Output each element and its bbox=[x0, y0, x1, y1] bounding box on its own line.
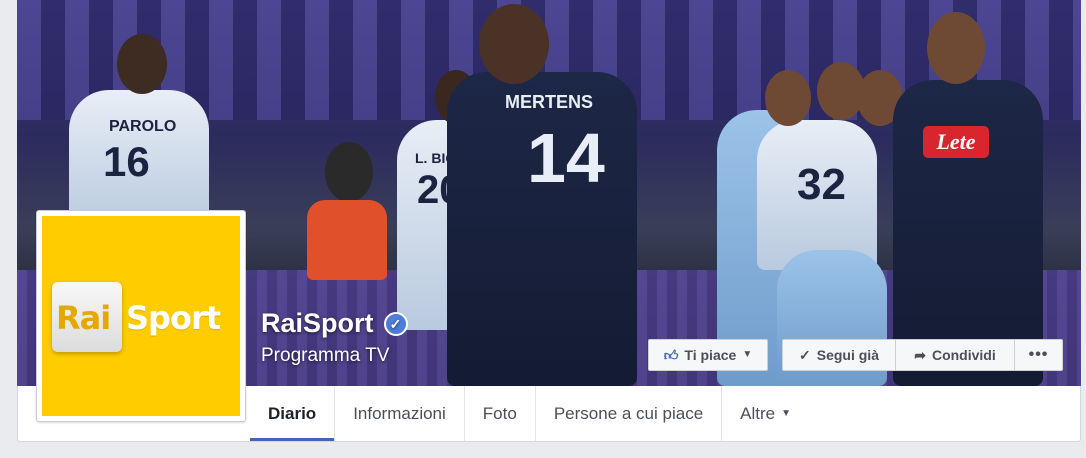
raisport-logo: Rai Sport bbox=[42, 216, 240, 416]
page-tabs: Diario Informazioni Foto Persone a cui p… bbox=[250, 386, 809, 441]
jersey-number-16: 16 bbox=[103, 138, 150, 185]
tab-informazioni[interactable]: Informazioni bbox=[335, 386, 465, 441]
like-label: Ti piace bbox=[684, 347, 737, 363]
tab-label: Altre bbox=[740, 403, 776, 423]
logo-word-sport: Sport bbox=[126, 299, 221, 337]
tab-foto[interactable]: Foto bbox=[465, 386, 536, 441]
page-name-text: RaiSport bbox=[261, 308, 374, 338]
tab-label: Informazioni bbox=[353, 403, 446, 423]
facebook-page-header: PAROLO 16 L. BIG 20 MERTENS 14 32 Lete R… bbox=[0, 0, 1086, 458]
share-arrow-icon: ➦ bbox=[914, 347, 926, 363]
check-icon: ✓ bbox=[799, 347, 811, 363]
follow-button[interactable]: ✓ Segui già bbox=[782, 339, 895, 371]
player-head bbox=[765, 70, 811, 126]
jersey-name-mertens: MERTENS bbox=[505, 92, 594, 112]
page-title: RaiSport ✓ bbox=[261, 308, 408, 339]
sponsor-logo: Lete bbox=[923, 126, 989, 158]
logo-word-rai: Rai bbox=[56, 299, 111, 337]
tab-diario[interactable]: Diario bbox=[250, 386, 336, 441]
player-head bbox=[479, 4, 549, 84]
steward-vest bbox=[307, 200, 387, 280]
tab-label: Diario bbox=[268, 403, 317, 423]
verified-badge-icon[interactable]: ✓ bbox=[383, 311, 408, 336]
chevron-down-icon: ▼ bbox=[781, 407, 792, 419]
tab-altre[interactable]: Altre ▼ bbox=[722, 386, 809, 441]
share-button[interactable]: ➦ Condividi bbox=[895, 339, 1014, 371]
share-label: Condividi bbox=[931, 347, 996, 363]
jersey-number-14: 14 bbox=[527, 119, 605, 197]
player-head bbox=[927, 12, 985, 84]
player-head bbox=[117, 34, 167, 94]
tab-label: Foto bbox=[482, 403, 517, 423]
page-category[interactable]: Programma TV bbox=[261, 345, 389, 367]
jersey-number-32: 32 bbox=[797, 160, 846, 209]
follow-label: Segui già bbox=[816, 347, 879, 363]
more-options-button[interactable]: ••• bbox=[1014, 339, 1063, 371]
tab-label: Persone a cui piace bbox=[553, 403, 704, 423]
tab-persone-a-cui-piace[interactable]: Persone a cui piace bbox=[536, 386, 723, 441]
steward-hood bbox=[325, 142, 373, 202]
profile-picture[interactable]: Rai Sport bbox=[36, 210, 246, 422]
more-dots-icon: ••• bbox=[1028, 346, 1049, 363]
jersey-name-parolo: PAROLO bbox=[109, 118, 177, 135]
like-button[interactable]: 👍︎ Ti piace ▼ bbox=[648, 339, 768, 371]
thumbs-up-icon: 👍︎ bbox=[663, 347, 679, 363]
chevron-down-icon: ▼ bbox=[742, 349, 753, 360]
